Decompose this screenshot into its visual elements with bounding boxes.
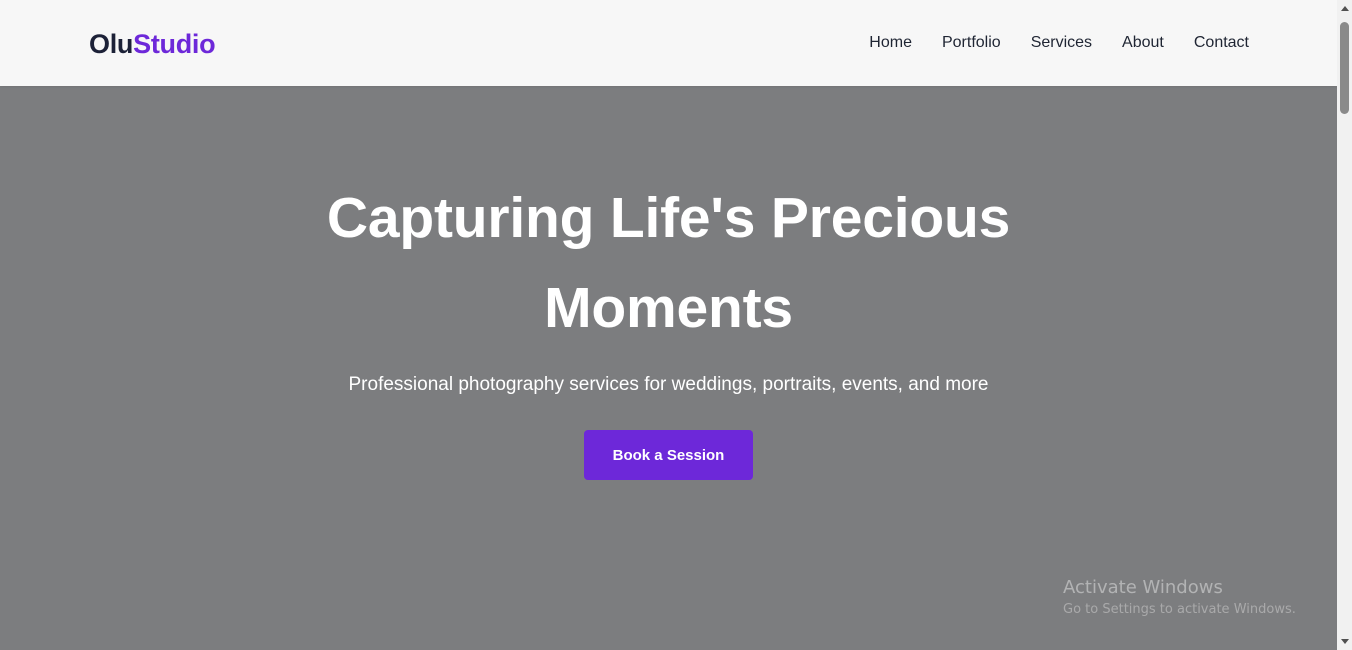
- nav-link-services[interactable]: Services: [1031, 33, 1092, 53]
- chevron-up-icon: [1340, 6, 1349, 11]
- watermark-subtitle: Go to Settings to activate Windows.: [1063, 602, 1296, 617]
- scrollbar-thumb[interactable]: [1340, 22, 1349, 114]
- nav-link-about[interactable]: About: [1122, 33, 1164, 53]
- scroll-down-button[interactable]: [1337, 633, 1352, 650]
- hero-section: Capturing Life's Precious Moments Profes…: [0, 86, 1337, 650]
- hero-subtitle: Professional photography services for we…: [348, 374, 989, 395]
- hero-title-line-1: Capturing Life's Precious: [326, 186, 1011, 250]
- logo-text-olu: Olu: [89, 29, 134, 59]
- browser-viewport: OluStudio Home Portfolio Services About …: [0, 0, 1337, 650]
- hero-title: Capturing Life's Precious Moments: [319, 173, 1019, 353]
- activate-windows-watermark: Activate Windows Go to Settings to activ…: [1063, 577, 1296, 620]
- nav-link-home[interactable]: Home: [869, 33, 912, 53]
- chevron-down-icon: [1340, 639, 1349, 644]
- nav-links: Home Portfolio Services About Contact: [869, 33, 1249, 53]
- nav-link-portfolio[interactable]: Portfolio: [942, 33, 1001, 53]
- site-logo[interactable]: OluStudio: [89, 27, 216, 61]
- book-session-button[interactable]: Book a Session: [584, 430, 753, 480]
- nav-link-contact[interactable]: Contact: [1194, 33, 1249, 53]
- watermark-title: Activate Windows: [1063, 577, 1223, 598]
- hero-title-line-2: Moments: [544, 276, 793, 340]
- page: OluStudio Home Portfolio Services About …: [0, 0, 1352, 650]
- vertical-scrollbar[interactable]: [1337, 0, 1352, 650]
- logo-text-studio: Studio: [133, 29, 216, 59]
- navbar: OluStudio Home Portfolio Services About …: [0, 0, 1337, 86]
- scroll-up-button[interactable]: [1337, 0, 1352, 17]
